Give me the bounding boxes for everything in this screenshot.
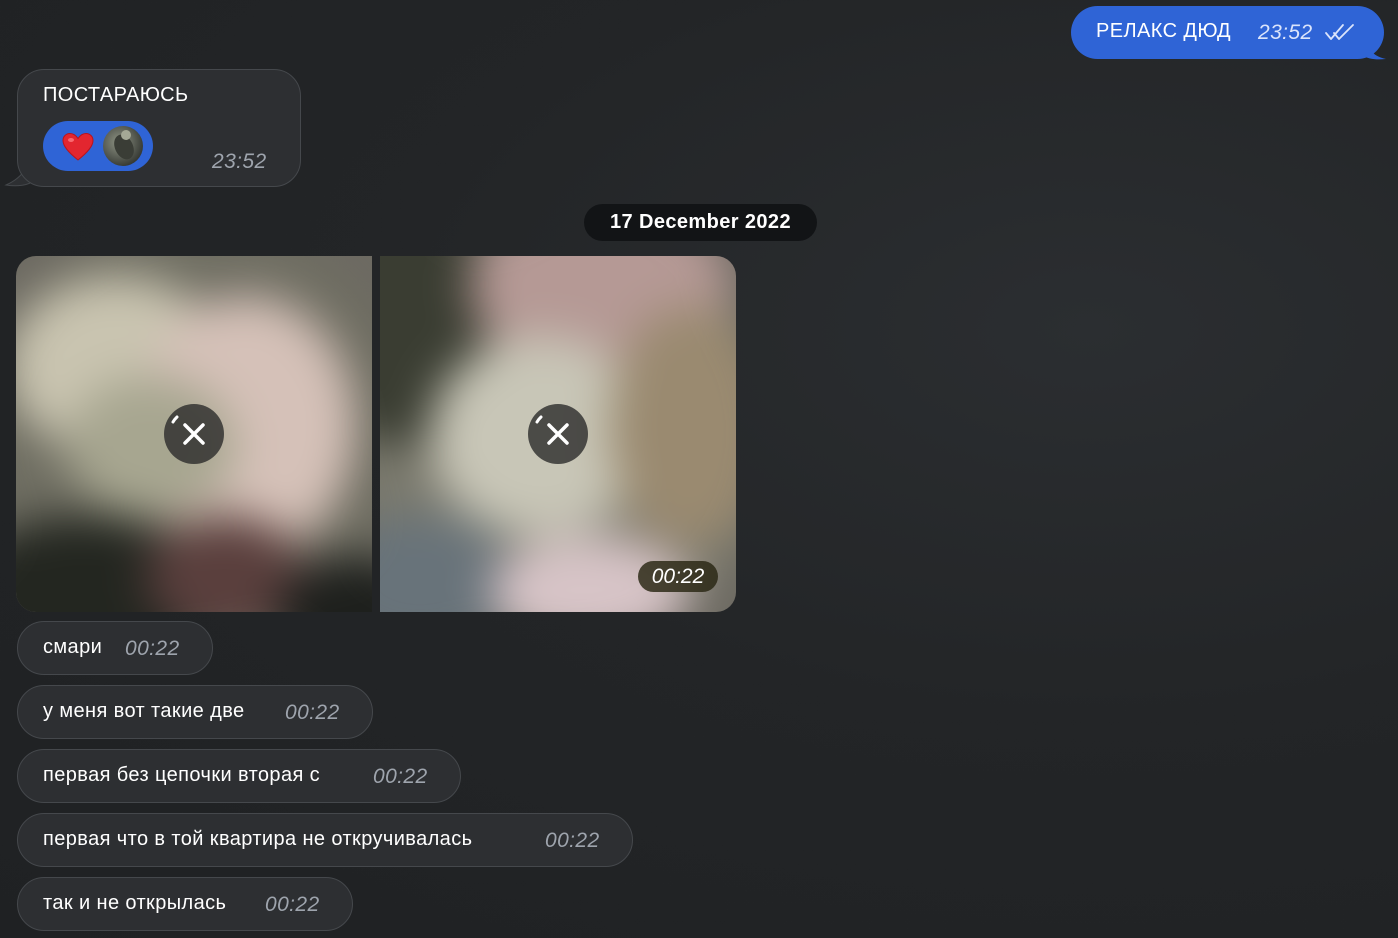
cancel-download-button[interactable] <box>164 404 224 464</box>
message-text: первая без цепочки вторая с <box>43 764 321 786</box>
text-message[interactable]: так и не открылась 00:22 <box>17 877 353 931</box>
text-message[interactable]: первая без цепочки вторая с 00:22 <box>17 749 461 803</box>
message-time: 00:22 <box>265 893 320 916</box>
message-time: 00:22 <box>125 637 180 660</box>
outgoing-message[interactable]: РЕЛАКС ДЮД 23:52 <box>1071 6 1384 59</box>
date-separator: 17 December 2022 <box>584 204 817 241</box>
avatar <box>103 126 143 166</box>
media-time: 00:22 <box>638 561 718 592</box>
cancel-download-button[interactable] <box>528 404 588 464</box>
message-text: так и не открылась <box>43 892 227 914</box>
text-message[interactable]: первая что в той квартира не откручивала… <box>17 813 633 867</box>
message-text: первая что в той квартира не откручивала… <box>43 828 473 850</box>
message-time: 23:52 <box>1258 21 1313 44</box>
cancel-download-icon <box>171 415 205 445</box>
text-message[interactable]: смари 00:22 <box>17 621 213 675</box>
message-text: ПОСТАРАЮСЬ <box>43 84 189 106</box>
message-text: у меня вот такие две <box>43 700 245 722</box>
photo-2[interactable] <box>380 256 736 612</box>
photo-1[interactable] <box>16 256 372 612</box>
message-time: 00:22 <box>373 765 428 788</box>
incoming-message[interactable]: ПОСТАРАЮСЬ 23:52 <box>17 69 301 187</box>
heart-icon <box>62 132 94 161</box>
message-time: 00:22 <box>285 701 340 724</box>
message-time: 23:52 <box>212 150 267 173</box>
message-text: РЕЛАКС ДЮД <box>1096 20 1231 42</box>
reaction-pill[interactable] <box>43 121 153 171</box>
double-check-icon <box>1325 24 1354 40</box>
message-text: смари <box>43 636 103 658</box>
message-time: 00:22 <box>545 829 600 852</box>
cancel-download-icon <box>535 415 569 445</box>
text-message[interactable]: у меня вот такие две 00:22 <box>17 685 373 739</box>
